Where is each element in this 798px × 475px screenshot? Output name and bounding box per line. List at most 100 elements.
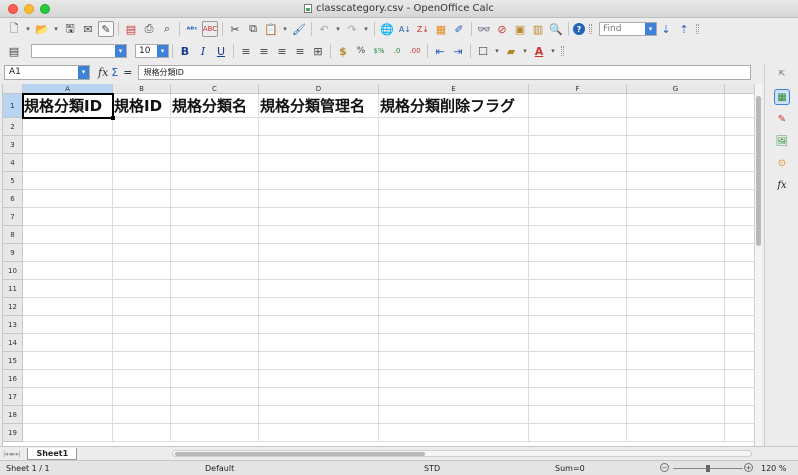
cell-f3[interactable] — [529, 136, 627, 154]
cell-g7[interactable] — [627, 208, 725, 226]
clone-format-icon[interactable]: 🖌 — [291, 21, 307, 37]
sort-descending-icon[interactable]: Z↓ — [415, 21, 431, 37]
gallery-icon[interactable]: ▣ — [512, 21, 528, 37]
underline-button[interactable]: U — [213, 43, 229, 59]
properties-icon[interactable]: ▦ — [774, 89, 790, 105]
cell-c12[interactable] — [171, 298, 259, 316]
spreadsheet-grid[interactable]: ABCDEFG 1 規格分類ID 規格ID 規格分類名 規格分類管理名 規格分類削除フラグ… — [2, 84, 760, 446]
horizontal-scrollbar[interactable] — [172, 450, 752, 457]
cell-a5[interactable] — [23, 172, 113, 190]
row-header-12[interactable]: 12 — [3, 298, 23, 316]
cell-f6[interactable] — [529, 190, 627, 208]
paste-dropdown-icon[interactable]: ▾ — [281, 21, 289, 37]
cell-d12[interactable] — [259, 298, 379, 316]
export-pdf-icon[interactable]: ▤ — [123, 21, 139, 37]
autospellcheck-icon[interactable]: ABC — [202, 21, 218, 37]
cell-d18[interactable] — [259, 406, 379, 424]
cell-d1[interactable]: 規格分類管理名 — [259, 94, 379, 118]
cell-b15[interactable] — [113, 352, 171, 370]
cell-g18[interactable] — [627, 406, 725, 424]
cell-g12[interactable] — [627, 298, 725, 316]
datasources-icon[interactable]: ▥ — [530, 21, 546, 37]
select-all-corner[interactable] — [3, 84, 23, 94]
email-icon[interactable]: ✉ — [80, 21, 96, 37]
cell-f8[interactable] — [529, 226, 627, 244]
cell-a8[interactable] — [23, 226, 113, 244]
cell-g16[interactable] — [627, 370, 725, 388]
status-mode[interactable]: STD — [424, 464, 440, 473]
close-window-button[interactable] — [8, 4, 18, 14]
increase-indent-icon[interactable]: ⇥ — [450, 43, 466, 59]
formula-input[interactable]: 規格分類ID — [138, 64, 752, 80]
help-icon[interactable]: ? — [573, 23, 585, 35]
vertical-scroll-thumb[interactable] — [756, 96, 761, 246]
function-wizard-icon[interactable]: fx — [98, 66, 108, 79]
decrease-indent-icon[interactable]: ⇤ — [432, 43, 448, 59]
redo-dropdown-icon[interactable]: ▾ — [362, 21, 370, 37]
cell-b10[interactable] — [113, 262, 171, 280]
toolbar-grip[interactable] — [589, 24, 592, 34]
cell-c9[interactable] — [171, 244, 259, 262]
row-header-11[interactable]: 11 — [3, 280, 23, 298]
cell-c5[interactable] — [171, 172, 259, 190]
sidebar-menu-icon[interactable]: ⇱ — [774, 65, 790, 81]
cell-a16[interactable] — [23, 370, 113, 388]
cell-e5[interactable] — [379, 172, 529, 190]
find-previous-icon[interactable]: ⇡ — [676, 21, 692, 37]
cell-g8[interactable] — [627, 226, 725, 244]
row-header-9[interactable]: 9 — [3, 244, 23, 262]
cell-f5[interactable] — [529, 172, 627, 190]
cell-g10[interactable] — [627, 262, 725, 280]
cell-g14[interactable] — [627, 334, 725, 352]
column-header-a[interactable]: A — [23, 84, 113, 94]
row-header-2[interactable]: 2 — [3, 118, 23, 136]
cell-a13[interactable] — [23, 316, 113, 334]
column-header-f[interactable]: F — [529, 84, 627, 94]
cell-e7[interactable] — [379, 208, 529, 226]
cell-d6[interactable] — [259, 190, 379, 208]
print-preview-icon[interactable]: ⌕ — [159, 21, 175, 37]
cell-f11[interactable] — [529, 280, 627, 298]
column-header-b[interactable]: B — [113, 84, 171, 94]
undo-icon[interactable]: ↶ — [316, 21, 332, 37]
row-header-18[interactable]: 18 — [3, 406, 23, 424]
function-icon[interactable]: = — [123, 66, 132, 79]
background-color-dropdown-icon[interactable]: ▾ — [521, 43, 529, 59]
open-dropdown-icon[interactable]: ▾ — [52, 21, 60, 37]
cell-b11[interactable] — [113, 280, 171, 298]
font-color-dropdown-icon[interactable]: ▾ — [549, 43, 557, 59]
gallery-sidebar-icon[interactable]: 🖼 — [774, 133, 790, 149]
cut-icon[interactable]: ✂ — [227, 21, 243, 37]
zoom-slider-knob[interactable] — [706, 465, 710, 472]
borders-icon[interactable]: ☐ — [475, 43, 491, 59]
cell-b18[interactable] — [113, 406, 171, 424]
cell-b1[interactable]: 規格ID — [113, 94, 171, 118]
cell-c19[interactable] — [171, 424, 259, 442]
styles-icon[interactable]: ▤ — [6, 43, 22, 59]
cell-g13[interactable] — [627, 316, 725, 334]
hyperlink-icon[interactable]: 🌐 — [379, 21, 395, 37]
cell-f14[interactable] — [529, 334, 627, 352]
align-right-icon[interactable]: ≡ — [274, 43, 290, 59]
borders-dropdown-icon[interactable]: ▾ — [493, 43, 501, 59]
maximize-window-button[interactable] — [40, 4, 50, 14]
cell-f12[interactable] — [529, 298, 627, 316]
cell-a4[interactable] — [23, 154, 113, 172]
cell-b4[interactable] — [113, 154, 171, 172]
cell-e18[interactable] — [379, 406, 529, 424]
font-color-icon[interactable]: A — [531, 43, 547, 59]
cell-d4[interactable] — [259, 154, 379, 172]
cell-e13[interactable] — [379, 316, 529, 334]
cell-a12[interactable] — [23, 298, 113, 316]
cell-a7[interactable] — [23, 208, 113, 226]
cell-c1[interactable]: 規格分類名 — [171, 94, 259, 118]
toolbar-grip[interactable] — [561, 46, 564, 56]
cell-a17[interactable] — [23, 388, 113, 406]
cell-a10[interactable] — [23, 262, 113, 280]
cell-f16[interactable] — [529, 370, 627, 388]
edit-file-icon[interactable]: ✎ — [98, 21, 114, 37]
sort-ascending-icon[interactable]: A↓ — [397, 21, 413, 37]
cell-f13[interactable] — [529, 316, 627, 334]
cell-g4[interactable] — [627, 154, 725, 172]
cell-f18[interactable] — [529, 406, 627, 424]
